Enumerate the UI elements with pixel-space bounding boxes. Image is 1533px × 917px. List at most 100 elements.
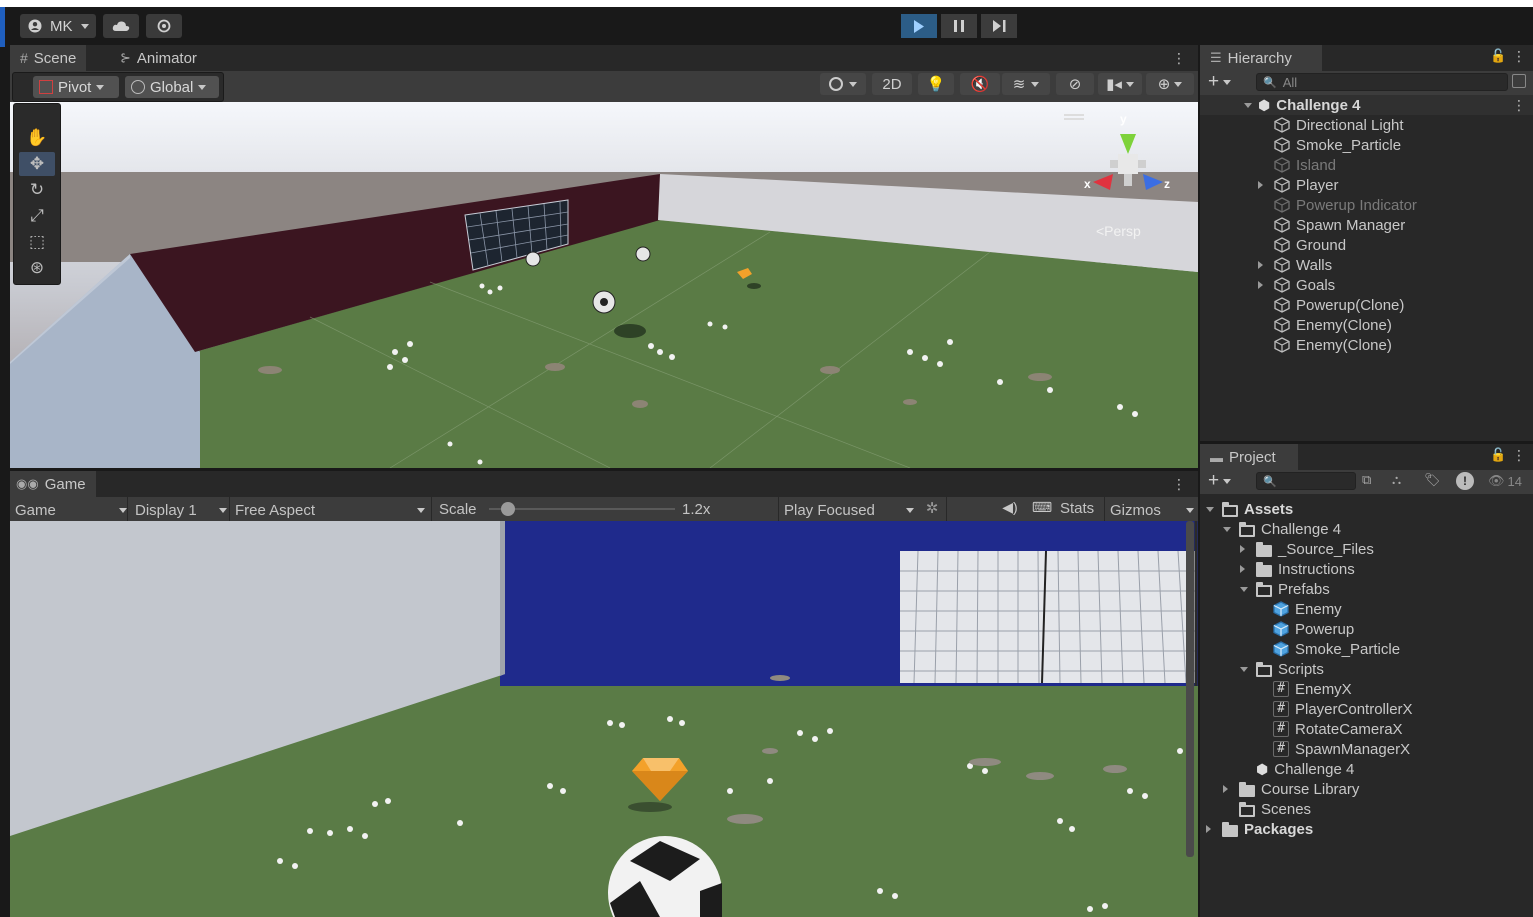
arrow-slot[interactable]: [1240, 586, 1250, 592]
gizmos-dropdown[interactable]: ⊕: [1146, 73, 1194, 95]
hand-tool-button[interactable]: ✋: [19, 126, 55, 150]
gizmos-toggle[interactable]: Gizmos: [1110, 500, 1194, 520]
step-button[interactable]: [981, 14, 1017, 38]
scene-more-menu-icon[interactable]: ⋮: [1512, 97, 1526, 114]
hierarchy-item[interactable]: Enemy(Clone): [1258, 315, 1392, 335]
project-item[interactable]: Smoke_Particle: [1257, 639, 1400, 659]
pause-button[interactable]: [941, 14, 977, 38]
move-tool-button[interactable]: ✥: [19, 152, 55, 176]
game-view-scrollbar[interactable]: [1186, 521, 1194, 857]
effects-dropdown[interactable]: ≋: [1002, 73, 1050, 95]
more-menu-icon[interactable]: ⋮: [1512, 48, 1526, 65]
account-dropdown[interactable]: MK: [20, 14, 96, 38]
persp-label[interactable]: <Persp: [1096, 223, 1141, 239]
hierarchy-item[interactable]: Island: [1258, 155, 1336, 175]
arrow-slot[interactable]: [1223, 785, 1233, 793]
tab-scene[interactable]: # Scene: [10, 45, 87, 71]
aspect-dropdown[interactable]: Free Aspect: [235, 500, 425, 520]
hierarchy-item[interactable]: Smoke_Particle: [1258, 135, 1401, 155]
project-search-input[interactable]: 🔍: [1256, 472, 1356, 490]
scale-tool-button[interactable]: ⤢: [19, 204, 55, 228]
arrow-slot[interactable]: [1206, 506, 1216, 512]
collab-button[interactable]: [146, 14, 182, 38]
project-item[interactable]: Packages: [1206, 819, 1313, 839]
scene-visibility-toggle[interactable]: ⊘: [1056, 73, 1094, 95]
project-item[interactable]: Enemy: [1257, 599, 1342, 619]
play-button[interactable]: [901, 14, 937, 38]
expand-arrow-icon[interactable]: [1258, 261, 1268, 269]
arrow-slot[interactable]: [1223, 526, 1233, 532]
filter-label-icon[interactable]: 🏷: [1424, 472, 1442, 490]
rect-tool-button[interactable]: ⬚: [19, 230, 55, 254]
create-dropdown[interactable]: +: [1208, 71, 1240, 92]
project-item[interactable]: # PlayerControllerX: [1257, 699, 1413, 719]
display-dropdown[interactable]: Display 1: [135, 500, 227, 520]
project-create-dropdown[interactable]: +: [1208, 470, 1240, 491]
game-view-dropdown[interactable]: Game: [15, 500, 127, 520]
expand-arrow-icon[interactable]: [1258, 281, 1268, 289]
arrow-slot[interactable]: [1240, 545, 1250, 553]
scale-slider-thumb[interactable]: [501, 502, 515, 516]
arrow-slot[interactable]: [1240, 565, 1250, 573]
expand-arrow-icon[interactable]: [1258, 181, 1268, 189]
hierarchy-item[interactable]: Spawn Manager: [1258, 215, 1405, 235]
lock-icon[interactable]: 🔓: [1490, 48, 1506, 64]
hidden-packages-toggle[interactable]: 👁 14: [1488, 473, 1522, 489]
project-item[interactable]: # SpawnManagerX: [1257, 739, 1410, 759]
project-item[interactable]: Challenge 4: [1223, 519, 1341, 539]
shortcuts-toggle[interactable]: ⌨: [1030, 499, 1054, 519]
transform-tool-button[interactable]: ⊛: [19, 256, 55, 280]
scene-view[interactable]: x y z <Persp: [10, 102, 1198, 468]
tab-hierarchy[interactable]: ☰ Hierarchy: [1200, 45, 1322, 71]
stats-button[interactable]: Stats: [1060, 500, 1094, 517]
project-item[interactable]: _Source_Files: [1240, 539, 1374, 559]
project-item[interactable]: Instructions: [1240, 559, 1355, 579]
project-item[interactable]: Powerup: [1257, 619, 1354, 639]
hierarchy-item[interactable]: Powerup(Clone): [1258, 295, 1404, 315]
project-item[interactable]: Assets: [1206, 499, 1293, 519]
more-menu-icon[interactable]: ⋮: [1512, 447, 1526, 464]
bug-toggle[interactable]: ✲: [920, 499, 944, 519]
hierarchy-item[interactable]: Ground: [1258, 235, 1346, 255]
cloud-button[interactable]: [103, 14, 139, 38]
project-item[interactable]: # RotateCameraX: [1257, 719, 1403, 739]
search-by-type-icon[interactable]: ⧉: [1362, 472, 1380, 490]
mute-audio-toggle[interactable]: ◀): [998, 499, 1022, 519]
pivot-dropdown[interactable]: Pivot: [33, 76, 119, 98]
hierarchy-item[interactable]: Goals: [1258, 275, 1335, 295]
hierarchy-scene-root[interactable]: ⬢ Challenge 4: [1244, 95, 1360, 115]
project-item[interactable]: ⬢ Challenge 4: [1240, 759, 1354, 779]
more-menu-icon[interactable]: ⋮: [1172, 50, 1186, 67]
warning-icon[interactable]: !: [1456, 472, 1474, 490]
camera-dropdown[interactable]: ▮◂: [1098, 73, 1142, 95]
more-menu-icon[interactable]: ⋮: [1172, 476, 1186, 493]
hierarchy-search-input[interactable]: 🔍 All: [1256, 73, 1508, 91]
project-item[interactable]: # EnemyX: [1257, 679, 1352, 699]
search-options-icon[interactable]: [1512, 74, 1526, 88]
lighting-toggle[interactable]: 💡: [918, 73, 954, 95]
expand-arrow-icon[interactable]: [1244, 102, 1252, 108]
tab-animator[interactable]: ⊱ Animator: [110, 45, 207, 71]
scale-slider-track[interactable]: [489, 508, 675, 510]
rotate-tool-button[interactable]: ↻: [19, 178, 55, 202]
play-focused-dropdown[interactable]: Play Focused: [784, 500, 914, 520]
arrow-slot[interactable]: [1206, 825, 1216, 833]
shading-mode-dropdown[interactable]: [820, 73, 866, 95]
hierarchy-item[interactable]: Powerup Indicator: [1258, 195, 1417, 215]
tab-game[interactable]: ◉◉ Game: [10, 471, 96, 497]
hierarchy-item[interactable]: Directional Light: [1258, 115, 1404, 135]
project-item[interactable]: Scenes: [1223, 799, 1311, 819]
audio-toggle[interactable]: 🔇: [960, 73, 1000, 95]
hierarchy-item[interactable]: Walls: [1258, 255, 1332, 275]
hierarchy-item[interactable]: Player: [1258, 175, 1339, 195]
tab-project[interactable]: ▬ Project: [1200, 444, 1298, 470]
hierarchy-item[interactable]: Enemy(Clone): [1258, 335, 1392, 355]
global-dropdown[interactable]: Global: [125, 76, 219, 98]
lock-icon[interactable]: 🔓: [1490, 447, 1506, 463]
project-item[interactable]: Prefabs: [1240, 579, 1330, 599]
project-item[interactable]: Scripts: [1240, 659, 1324, 679]
filter-type-icon[interactable]: ⛬: [1392, 472, 1410, 490]
game-view[interactable]: [10, 521, 1198, 917]
mode-2d-button[interactable]: 2D: [872, 73, 912, 95]
project-item[interactable]: Course Library: [1223, 779, 1359, 799]
